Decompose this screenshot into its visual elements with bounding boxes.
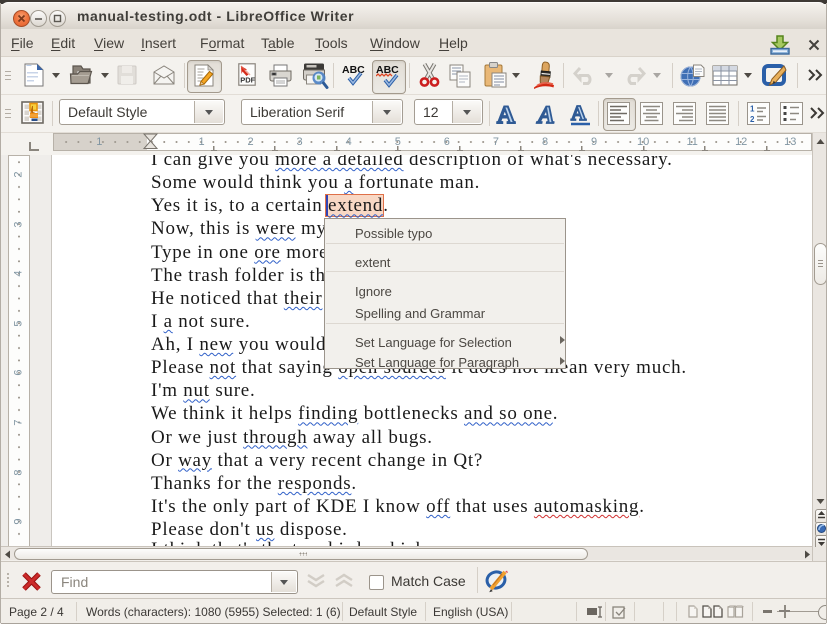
svg-text:PDF: PDF [240,76,255,85]
svg-text:A: A [497,102,515,127]
svg-text:2: 2 [750,115,755,124]
svg-text:1: 1 [750,105,755,114]
svg-text:A: A [571,101,587,125]
svg-text:A: A [536,102,555,127]
